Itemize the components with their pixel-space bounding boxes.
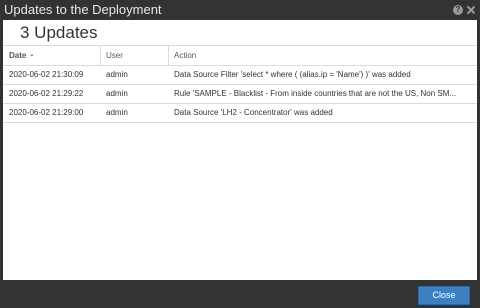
column-header-date-label: Date	[9, 51, 27, 60]
dialog-title: Updates to the Deployment	[4, 2, 162, 17]
sort-descending-icon: ⌄	[29, 52, 35, 59]
cell-action: Data Source Filter 'select * where ( (al…	[174, 70, 411, 79]
cell-date: 2020-06-02 21:29:00	[9, 108, 84, 117]
column-divider[interactable]	[168, 46, 169, 65]
cell-user: admin	[106, 108, 128, 117]
column-header-date[interactable]: Date ⌄	[9, 46, 99, 65]
cell-date: 2020-06-02 21:30:09	[9, 70, 84, 79]
dialog-footer: Close	[0, 280, 480, 308]
cell-date: 2020-06-02 21:29:22	[9, 89, 84, 98]
table-header-row: Date ⌄ User Action	[3, 45, 477, 66]
updates-dialog: Updates to the Deployment ? 3 Updates Da…	[0, 0, 480, 308]
cell-action: Rule 'SAMPLE - Blacklist - From inside c…	[174, 89, 457, 98]
column-header-action[interactable]: Action	[174, 46, 474, 65]
cell-user: admin	[106, 70, 128, 79]
help-icon[interactable]: ?	[453, 5, 463, 15]
column-header-user[interactable]: User	[106, 46, 166, 65]
close-button[interactable]: Close	[418, 286, 470, 305]
table-row[interactable]: 2020-06-02 21:29:00 admin Data Source 'L…	[3, 104, 477, 123]
column-divider[interactable]	[100, 46, 101, 65]
cell-user: admin	[106, 89, 128, 98]
updates-panel: 3 Updates Date ⌄ User Action 2020-06-02 2…	[3, 20, 477, 280]
close-icon[interactable]	[466, 5, 476, 15]
table-row[interactable]: 2020-06-02 21:29:22 admin Rule 'SAMPLE -…	[3, 85, 477, 104]
titlebar-icons: ?	[453, 0, 476, 20]
cell-action: Data Source 'LH2 - Concentrator' was add…	[174, 108, 333, 117]
updates-count-heading: 3 Updates	[20, 23, 98, 42]
updates-table: Date ⌄ User Action 2020-06-02 21:30:09 ad…	[3, 45, 477, 123]
dialog-titlebar: Updates to the Deployment ?	[0, 0, 480, 20]
table-row[interactable]: 2020-06-02 21:30:09 admin Data Source Fi…	[3, 66, 477, 85]
